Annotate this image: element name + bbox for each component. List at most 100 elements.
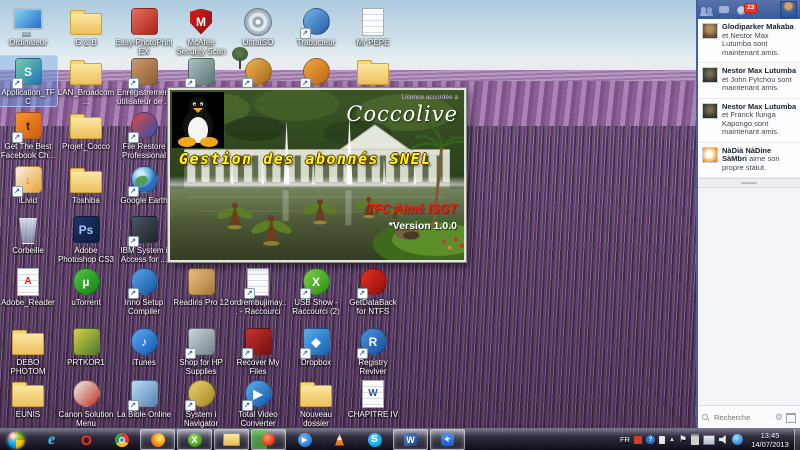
- action-center-icon[interactable]: ⚑: [679, 435, 687, 444]
- desktop-icon-debo-photom[interactable]: DEBO PHOTOM: [0, 326, 57, 376]
- adobe-reader-icon: A: [17, 266, 39, 297]
- desktop-icon-g-and-b[interactable]: G & B: [57, 6, 115, 47]
- desktop-icon-dropbox[interactable]: ◆↗Dropbox: [287, 326, 345, 367]
- desktop-icon-corbeille[interactable]: Corbeille: [0, 214, 57, 255]
- taskbar-button-windows-explorer[interactable]: [214, 429, 249, 450]
- notification-item[interactable]: NàDià NàDine SàMbri aime son propre stat…: [698, 143, 800, 179]
- taskbar-button-facebook-messenger[interactable]: [430, 429, 465, 450]
- notification-item[interactable]: Nestor Max Lutumba et Franck Ilunga Kapo…: [698, 99, 800, 143]
- get-the-best-facebook-icon: t↗: [15, 110, 42, 141]
- blue-swirl-tray-icon[interactable]: [732, 434, 743, 445]
- desktop-icon-adobe-reader[interactable]: AAdobe_Reader: [0, 266, 57, 307]
- tray-status-icon[interactable]: [659, 436, 665, 444]
- desktop-icon-usb-show[interactable]: X↗USB Show - Raccourci (2): [287, 266, 345, 316]
- friend-requests-icon[interactable]: [701, 4, 713, 16]
- opera-icon: O: [79, 432, 94, 447]
- desktop-icon-easy-photoprint-ex[interactable]: Easy-PhotoPrint EX: [115, 6, 173, 56]
- settings-gear-icon[interactable]: ⚙: [775, 413, 783, 422]
- show-desktop-button[interactable]: [794, 429, 800, 450]
- la-bible-online-icon: ↗: [131, 378, 158, 409]
- taskbar-button-usb-show-tools[interactable]: X: [177, 429, 212, 450]
- volume-icon[interactable]: [719, 435, 728, 444]
- desktop-icon-file-restore-professional[interactable]: ↗File Restore Professional: [115, 110, 173, 160]
- search-input[interactable]: [712, 412, 762, 423]
- desktop-icon-label: Dropbox: [287, 358, 345, 367]
- panel-resize-divider[interactable]: [698, 178, 800, 188]
- notification-list: Glodiparker Makaba et Nestor Max Lutumba…: [698, 19, 800, 178]
- network-icon[interactable]: [703, 435, 715, 445]
- mcafee-tray-icon[interactable]: [634, 436, 642, 444]
- taskbar-button-internet-explorer[interactable]: e: [35, 430, 68, 449]
- desktop-icon-label: System i Navigator: [172, 410, 230, 428]
- desktop-icon-la-bible-online[interactable]: ↗La Bible Online: [115, 378, 173, 419]
- file-restore-professional-icon: ↗: [131, 110, 158, 141]
- desktop-icon-eunis[interactable]: EUNIS: [0, 378, 57, 419]
- desktop-icon-mr-pepe[interactable]: Mr PEPE: [344, 6, 402, 47]
- desktop-icon-ibm-system-i-access[interactable]: ↗IBM System i Access for ...: [115, 214, 173, 264]
- taskbar-button-skype[interactable]: S: [358, 430, 391, 449]
- taskbar-button-opera[interactable]: O: [70, 430, 103, 449]
- desktop-icon-ilivid[interactable]: ↓↗iLivid: [0, 164, 57, 205]
- shortcut-arrow-icon: ↗: [185, 400, 196, 411]
- open-window-icon[interactable]: [786, 413, 796, 423]
- desktop-icon-label: Get The Best Facebook Ch...: [0, 142, 57, 160]
- desktop-icon-label: McAfee Security Scan Plus: [172, 38, 230, 57]
- desktop-icon-google-earth[interactable]: ↗Google Earth: [115, 164, 173, 205]
- desktop-icon-get-the-best-facebook[interactable]: t↗Get The Best Facebook Ch...: [0, 110, 57, 160]
- desktop-icon-total-video-converter[interactable]: ▶↗Total Video Converter: [229, 378, 287, 428]
- desktop-icon-application-tfc[interactable]: S↗Application_TFC: [0, 56, 57, 106]
- facebook-notification-panel: 23 Glodiparker Makaba et Nestor Max Lutu…: [696, 0, 800, 429]
- desktop-icon-traducteur[interactable]: ↗Traducteur: [287, 6, 345, 47]
- taskbar-button-vlc[interactable]: [323, 430, 356, 449]
- desktop-icon-lan-broadcom[interactable]: LAN_Broadcom...: [57, 56, 115, 106]
- application-title: Gestion des abonnés SNEL: [179, 150, 432, 168]
- taskbar-clock[interactable]: 13:45 14/07/2013: [746, 431, 794, 449]
- show-hidden-icons[interactable]: ▲: [669, 437, 675, 443]
- desktop-icon-ordinateur[interactable]: Ordinateur: [0, 6, 57, 47]
- desktop-icon-itunes[interactable]: ♪iTunes: [115, 326, 173, 367]
- desktop-icon-utorrent[interactable]: µuTorrent: [57, 266, 115, 307]
- chrome-icon: [115, 433, 129, 447]
- profile-avatar[interactable]: [780, 1, 797, 18]
- desktop-icon-nouveau-dossier[interactable]: Nouveau dossier: [287, 378, 345, 428]
- help-tray-icon[interactable]: ?: [646, 435, 655, 444]
- desktop-icon-registry-reviver[interactable]: R↗Registry Reviver: [344, 326, 402, 376]
- desktop-icon-chapitre-iv[interactable]: WCHAPITRE IV: [344, 378, 402, 419]
- desktop-icon-recover-my-files[interactable]: ↗Recover My Files: [229, 326, 287, 376]
- taskbar-button-download-manager[interactable]: [251, 429, 286, 450]
- desktop-icon-readiris-pro-12[interactable]: Readiris Pro 12: [172, 266, 230, 307]
- messages-icon[interactable]: [719, 4, 731, 16]
- notification-item[interactable]: Nestor Max Lutumba et John Fytchou sont …: [698, 63, 800, 99]
- desktop-icon-inno-setup-compiler[interactable]: ↗Inno Setup Compiler: [115, 266, 173, 316]
- desktop-icon-toshiba[interactable]: Toshiba: [57, 164, 115, 205]
- taskbar-button-chrome[interactable]: [105, 430, 138, 449]
- desktop-icon-system-i-navigator[interactable]: ↗System i Navigator: [172, 378, 230, 428]
- taskbar-button-word[interactable]: W: [393, 429, 428, 450]
- notification-avatar: [702, 147, 718, 163]
- language-indicator[interactable]: FR: [620, 435, 630, 444]
- desktop-icon-canon-solution-menu[interactable]: Canon Solution Menu: [57, 378, 115, 428]
- desktop-icon-prtkor1[interactable]: PRTKOR1: [57, 326, 115, 367]
- clipboard-tray-icon[interactable]: [691, 434, 699, 445]
- desktop-icon-getdataback-ntfs[interactable]: ↗GetDataBack for NTFS: [344, 266, 402, 316]
- desktop-icon-ordrembujimay[interactable]: ↗ordrembujimay... - Raccourci: [229, 266, 287, 316]
- desktop-icon-enregistrement-utilisateur[interactable]: ↗Enregistrement utilisateur de ...: [115, 56, 173, 106]
- notification-item[interactable]: Glodiparker Makaba et Nestor Max Lutumba…: [698, 19, 800, 63]
- desktop-icon-projet-cocco[interactable]: Projet_Cocco: [57, 110, 115, 151]
- taskbar-button-firefox[interactable]: [140, 429, 175, 450]
- mr-pepe-icon: [362, 6, 384, 37]
- shortcut-arrow-icon: ↗: [357, 348, 368, 359]
- webexpert-6-icon: ↗: [303, 56, 330, 87]
- notifications-icon[interactable]: 23: [737, 4, 749, 16]
- firefox-icon: [151, 433, 165, 447]
- desktop-icon-shop-for-hp-supplies[interactable]: ↗Shop for HP Supplies: [172, 326, 230, 376]
- desktop-icon-adobe-photoshop-cs3[interactable]: PsAdobe Photoshop CS3: [57, 214, 115, 264]
- desktop-icon-mcafee-security-scan-plus[interactable]: MMcAfee Security Scan Plus: [172, 6, 230, 57]
- notification-badge: 23: [744, 3, 757, 13]
- taskbar-button-media-player[interactable]: ▶: [288, 430, 321, 449]
- shortcut-arrow-icon: ↗: [128, 132, 139, 143]
- getdataback-ntfs-icon: ↗: [360, 266, 387, 297]
- desktop-icon-ultraiso[interactable]: UltraISO: [229, 6, 287, 47]
- start-button[interactable]: [7, 431, 25, 449]
- shortcut-arrow-icon: ↗: [12, 132, 23, 143]
